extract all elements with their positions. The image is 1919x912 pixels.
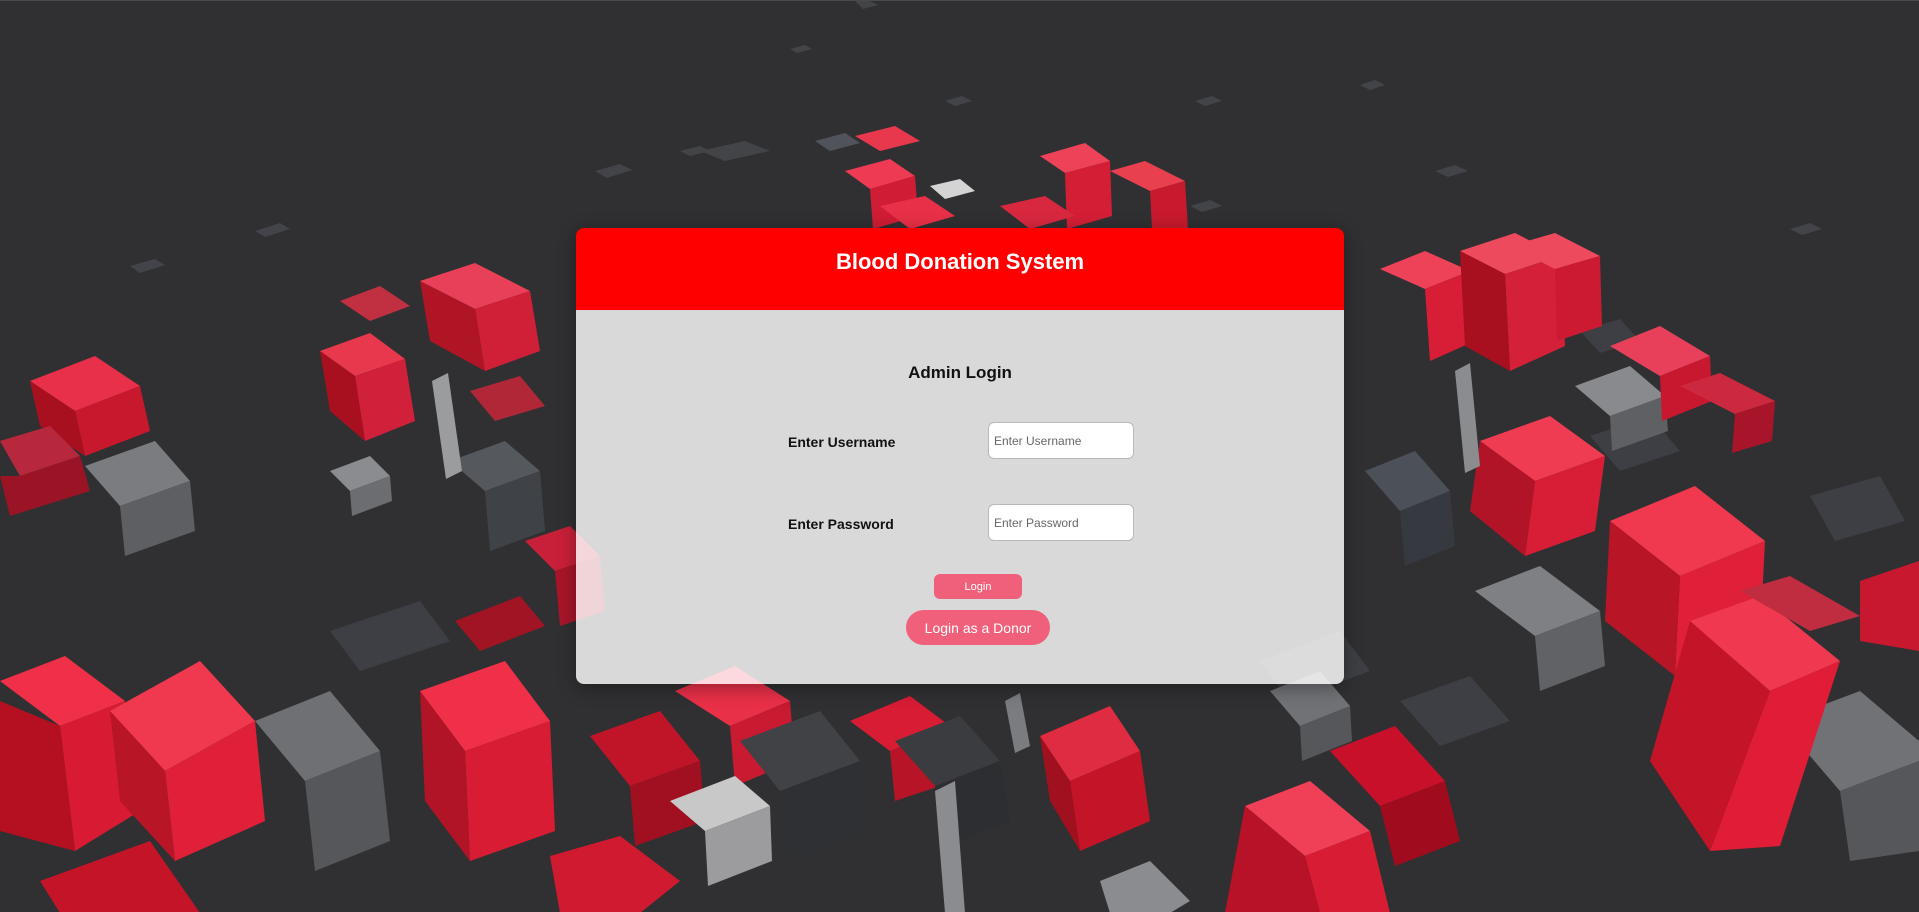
login-form: Admin Login Enter Username Enter Passwor… — [576, 310, 1344, 684]
form-heading: Admin Login — [908, 363, 1012, 382]
username-label: Enter Username — [788, 434, 896, 450]
card-header: Blood Donation System — [576, 228, 1344, 310]
password-label: Enter Password — [788, 516, 894, 532]
password-input[interactable] — [988, 504, 1134, 541]
donor-login-button[interactable]: Login as a Donor — [906, 610, 1050, 645]
login-button[interactable]: Login — [934, 574, 1022, 599]
login-card: Blood Donation System Admin Login Enter … — [576, 228, 1344, 684]
username-input[interactable] — [988, 422, 1134, 459]
app-title: Blood Donation System — [835, 249, 1085, 274]
